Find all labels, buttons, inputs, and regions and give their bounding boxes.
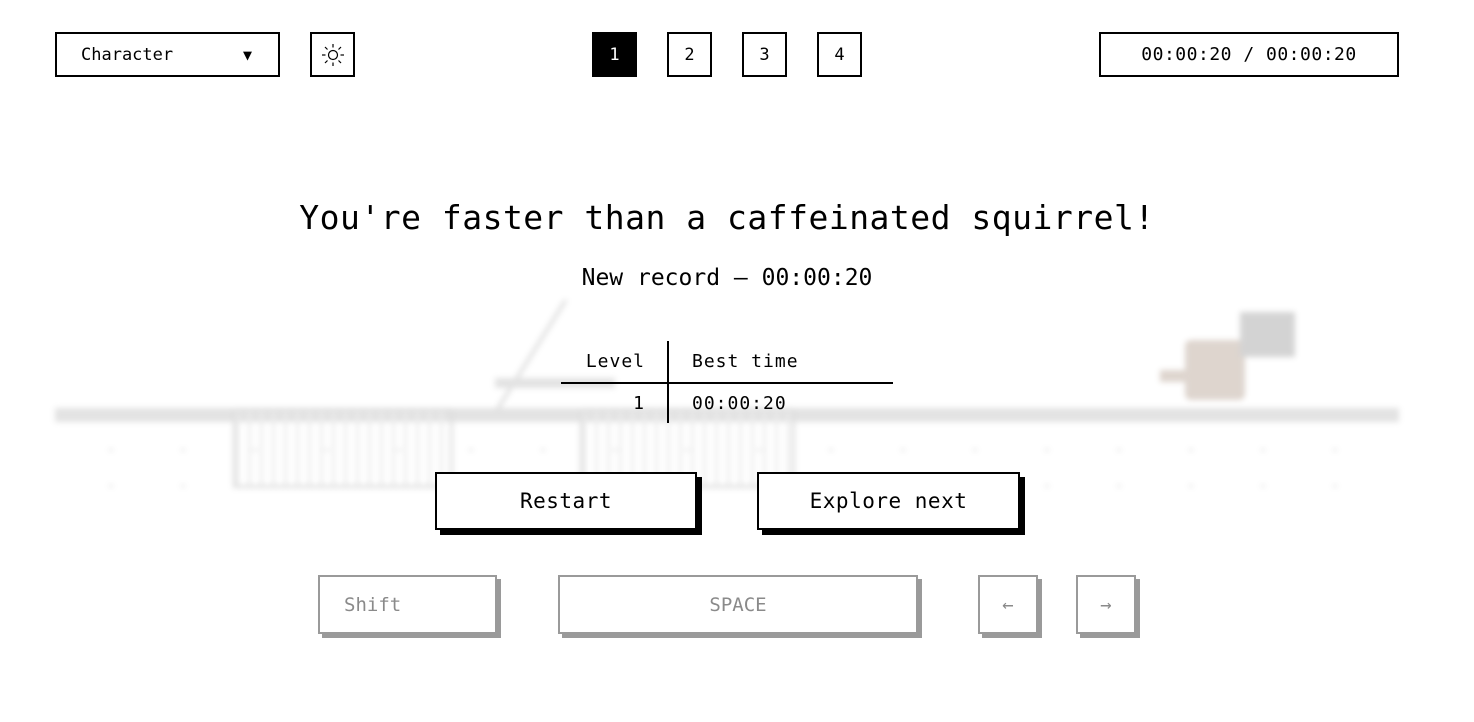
cell-best-time: 00:00:20 [692, 393, 787, 414]
theme-toggle-button[interactable] [310, 32, 355, 77]
ground-block [233, 408, 453, 488]
table-header-row: Level Best time [561, 341, 893, 384]
level-2-label: 2 [684, 44, 695, 65]
table-row: 1 00:00:20 [561, 383, 893, 423]
arrow-right-icon: → [1100, 593, 1112, 616]
space-key[interactable]: SPACE [558, 575, 918, 634]
timer-text: 00:00:20 / 00:00:20 [1141, 44, 1357, 65]
timer-display: 00:00:20 / 00:00:20 [1099, 32, 1399, 77]
new-record-text: New record – 00:00:20 [581, 265, 873, 291]
right-arrow-key[interactable]: → [1076, 575, 1136, 634]
shift-key-label: Shift [344, 593, 402, 616]
column-header-level: Level [561, 341, 669, 384]
sun-icon [321, 43, 344, 66]
character-select[interactable]: Character ▼ [55, 32, 280, 77]
level-1-button[interactable]: 1 [592, 32, 637, 77]
level-1-label: 1 [609, 44, 620, 65]
left-arrow-key[interactable]: ← [978, 575, 1038, 634]
level-3-button[interactable]: 3 [742, 32, 787, 77]
best-times-table: Level Best time 1 00:00:20 [561, 341, 893, 423]
level-4-label: 4 [834, 44, 845, 65]
arrow-left-icon: ← [1002, 593, 1014, 616]
explore-next-button-label: Explore next [809, 489, 968, 513]
chevron-down-icon: ▼ [242, 45, 252, 64]
explore-next-button[interactable]: Explore next [757, 472, 1020, 530]
character-sprite [1185, 340, 1245, 400]
level-4-button[interactable]: 4 [817, 32, 862, 77]
restart-button-label: Restart [519, 489, 612, 513]
character-head [1240, 312, 1295, 357]
restart-button[interactable]: Restart [435, 472, 697, 530]
column-header-best-time: Best time [668, 341, 893, 384]
cell-level: 1 [561, 383, 669, 423]
level-3-label: 3 [759, 44, 770, 65]
result-title: You're faster than a caffeinated squirre… [299, 198, 1155, 237]
shift-key[interactable]: Shift [318, 575, 497, 634]
space-key-label: SPACE [709, 593, 767, 616]
game-stage: Character ▼ 1 2 3 4 00:00:20 / 00:00:20 … [0, 0, 1474, 722]
level-2-button[interactable]: 2 [667, 32, 712, 77]
character-select-label: Character [81, 44, 174, 65]
